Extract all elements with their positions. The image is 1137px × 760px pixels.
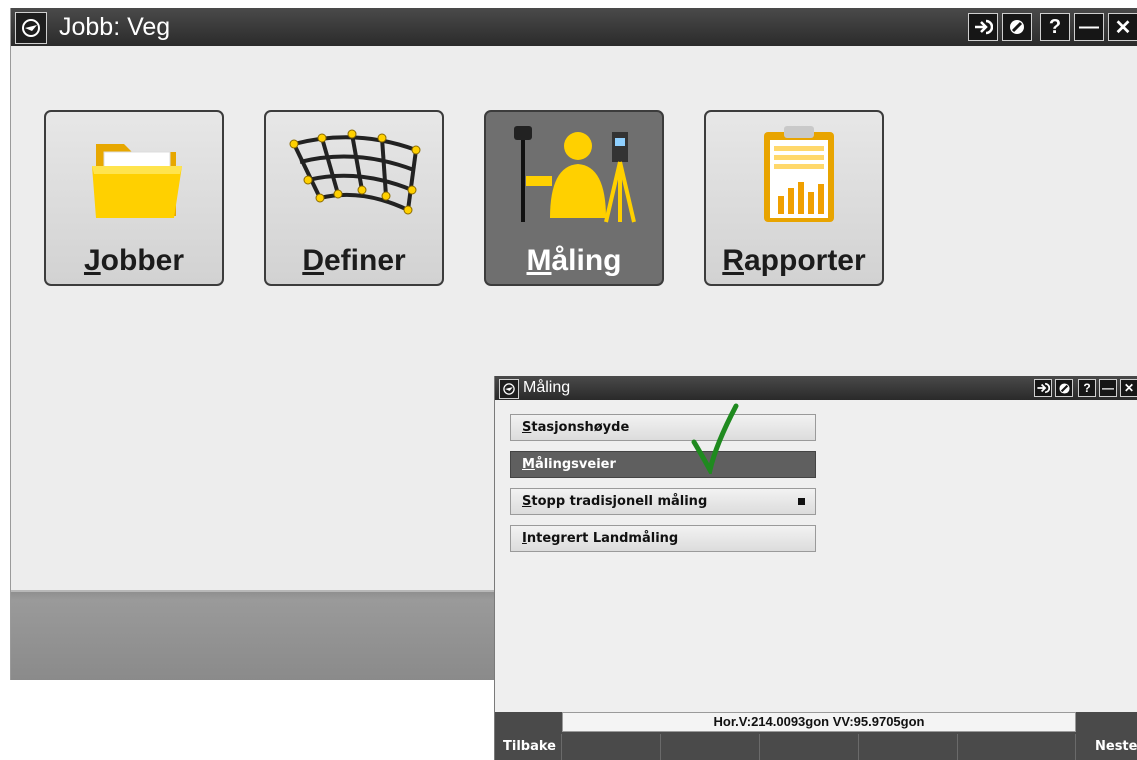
help-button[interactable]: ?: [1040, 13, 1070, 41]
menu-item-mnemonic: M: [522, 457, 535, 472]
tile-label-mnemonic: D: [302, 244, 324, 277]
angle-readout: Hor.V:214.0093gon VV:95.9705gon: [562, 712, 1076, 732]
menu-item-label: ålingsveier: [534, 457, 616, 472]
checkmark-icon: [691, 403, 739, 474]
dialog-title: Måling: [523, 379, 571, 396]
dialog-titlebar: Måling ? — ✕: [495, 376, 1137, 400]
menu-item-mnemonic: S: [522, 420, 532, 435]
tile-maling[interactable]: Måling: [484, 110, 664, 286]
switch-to-icon[interactable]: [1034, 379, 1052, 397]
softkey-slot: [660, 734, 661, 760]
grid-mesh-icon: [289, 129, 421, 215]
menu-item-integrert-landmaling[interactable]: Integrert Landmåling: [510, 525, 816, 552]
next-button[interactable]: Neste: [1095, 734, 1137, 760]
minimize-button[interactable]: —: [1074, 13, 1104, 41]
app-logo-icon[interactable]: [15, 12, 47, 44]
tile-label-mnemonic: M: [526, 244, 552, 277]
tile-label-jobber: obber: [100, 244, 185, 277]
menu-item-malingsveier[interactable]: Målingsveier: [510, 451, 816, 478]
softkey-slot: [1075, 734, 1076, 760]
tile-label-maling: åling: [551, 244, 622, 277]
menu-item-mnemonic: S: [522, 494, 532, 509]
softkey-slot: [858, 734, 859, 760]
disable-icon[interactable]: [1002, 13, 1032, 41]
back-button[interactable]: Tilbake: [503, 734, 556, 760]
main-titlebar: Jobb: Veg ? — ✕: [11, 8, 1137, 46]
dialog-status-bar: Hor.V:214.0093gon VV:95.9705gon Tilbake …: [495, 712, 1137, 760]
tile-rapporter[interactable]: Rapporter: [704, 110, 884, 286]
softkey-slot: [957, 734, 958, 760]
tile-jobber[interactable]: Jobber: [44, 110, 224, 286]
minimize-button[interactable]: —: [1099, 379, 1117, 397]
close-button[interactable]: ✕: [1108, 13, 1137, 41]
submenu-marker-icon: [798, 498, 805, 505]
softkey-slot: [759, 734, 760, 760]
disable-icon[interactable]: [1055, 379, 1073, 397]
app-logo-icon[interactable]: [499, 379, 519, 399]
report-clipboard-icon: [764, 126, 834, 222]
close-button[interactable]: ✕: [1120, 379, 1137, 397]
tile-definer[interactable]: Definer: [264, 110, 444, 286]
folder-icon: [92, 144, 182, 218]
maling-dialog: Måling ? — ✕ Stasjonshøyde Målingsveier …: [494, 376, 1137, 760]
surveyor-icon: [514, 126, 636, 223]
tile-label-rapporter: apporter: [743, 244, 866, 277]
tile-label-definer: efiner: [323, 244, 406, 277]
menu-item-stopp-tradisjonell-maling[interactable]: Stopp tradisjonell måling: [510, 488, 816, 515]
softkey-slot: [561, 734, 562, 760]
help-button[interactable]: ?: [1078, 379, 1096, 397]
window-title: Jobb: Veg: [59, 13, 171, 41]
switch-to-icon[interactable]: [968, 13, 998, 41]
menu-item-label: topp tradisjonell måling: [531, 494, 708, 509]
tile-label-mnemonic: R: [722, 244, 744, 277]
tile-label-mnemonic: J: [83, 244, 101, 277]
menu-item-label: tasjonshøyde: [531, 420, 630, 435]
menu-item-stasjonshoyde[interactable]: Stasjonshøyde: [510, 414, 816, 441]
menu-item-label: ntegrert Landmåling: [526, 531, 679, 546]
